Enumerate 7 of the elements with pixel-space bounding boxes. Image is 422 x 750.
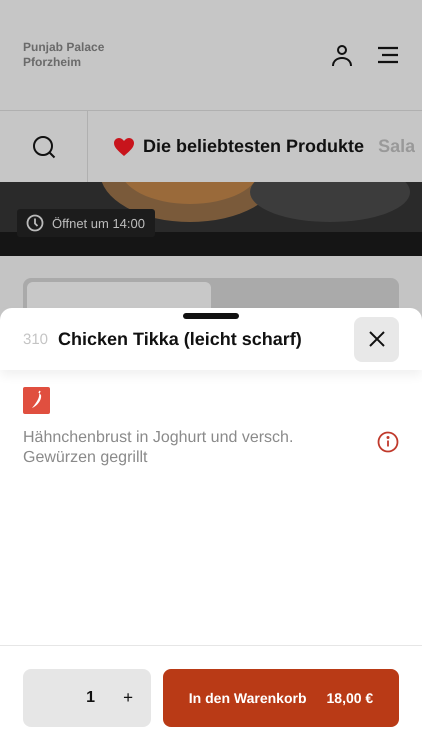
restaurant-name: Pforzheim bbox=[23, 55, 82, 70]
restaurant-name: Punjab Palace bbox=[23, 40, 104, 55]
product-description: Hähnchenbrust in Joghurt und versch. Gewürzen gegrillt bbox=[23, 428, 294, 468]
product-number: 310 bbox=[23, 330, 48, 348]
product-name: Chicken Tikka (leicht scharf) bbox=[58, 328, 303, 350]
quantity-value: 1 bbox=[86, 689, 96, 707]
opening-time: Öffnet um 14:00 bbox=[52, 216, 145, 230]
